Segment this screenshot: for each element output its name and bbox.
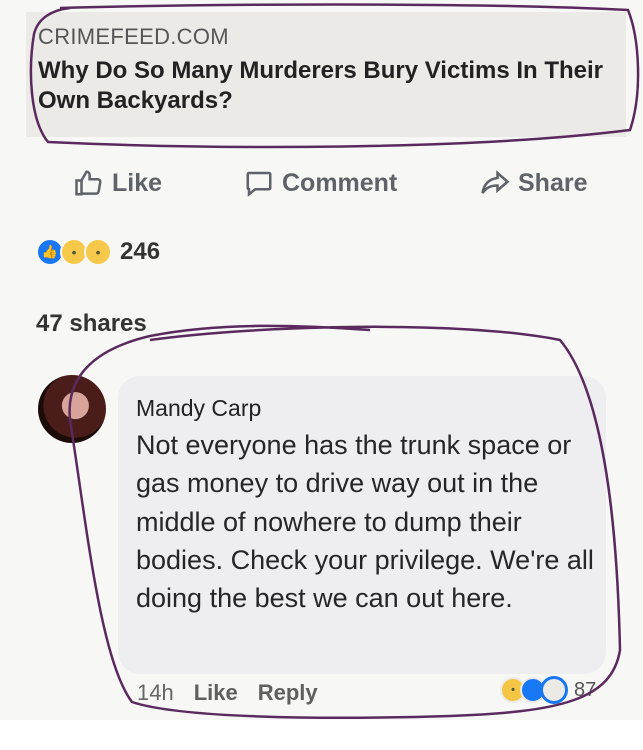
reaction-count: 246 <box>120 238 161 265</box>
share-arrow-icon <box>481 170 510 194</box>
comment-actions: 14h Like Reply <box>137 680 318 706</box>
comment-label: Comment <box>282 168 398 197</box>
love-reaction-icon <box>540 676 568 704</box>
speech-bubble-icon <box>246 171 272 197</box>
bottom-margin <box>0 720 643 750</box>
link-source: CRIMEFEED.COM <box>38 24 229 49</box>
share-label: Share <box>518 168 588 197</box>
shares-count[interactable]: 47 shares <box>36 310 147 338</box>
commenter-avatar[interactable] <box>38 375 106 443</box>
comment-button[interactable]: Comment <box>244 168 397 198</box>
haha-reaction-icon: • <box>84 238 112 266</box>
comment-text: Not everyone has the trunk space or gas … <box>136 430 594 614</box>
like-button[interactable]: Like <box>74 168 162 198</box>
comment-reply-button[interactable]: Reply <box>258 680 318 706</box>
thumbs-up-icon <box>75 170 102 196</box>
comment-timestamp[interactable]: 14h <box>137 680 174 706</box>
like-label: Like <box>112 168 163 197</box>
comment-author[interactable]: Mandy Carp <box>136 395 261 422</box>
post-reactions[interactable]: 👍 • • 246 <box>36 238 160 266</box>
share-button[interactable]: Share <box>480 168 587 198</box>
comment-reactions[interactable]: • 87 <box>500 676 596 704</box>
comment-reaction-count: 87 <box>574 678 597 701</box>
link-headline[interactable]: Why Do So Many Murderers Bury Victims In… <box>38 56 618 116</box>
post-action-bar: Like Comment Share <box>0 160 643 210</box>
comment-like-button[interactable]: Like <box>194 680 238 706</box>
